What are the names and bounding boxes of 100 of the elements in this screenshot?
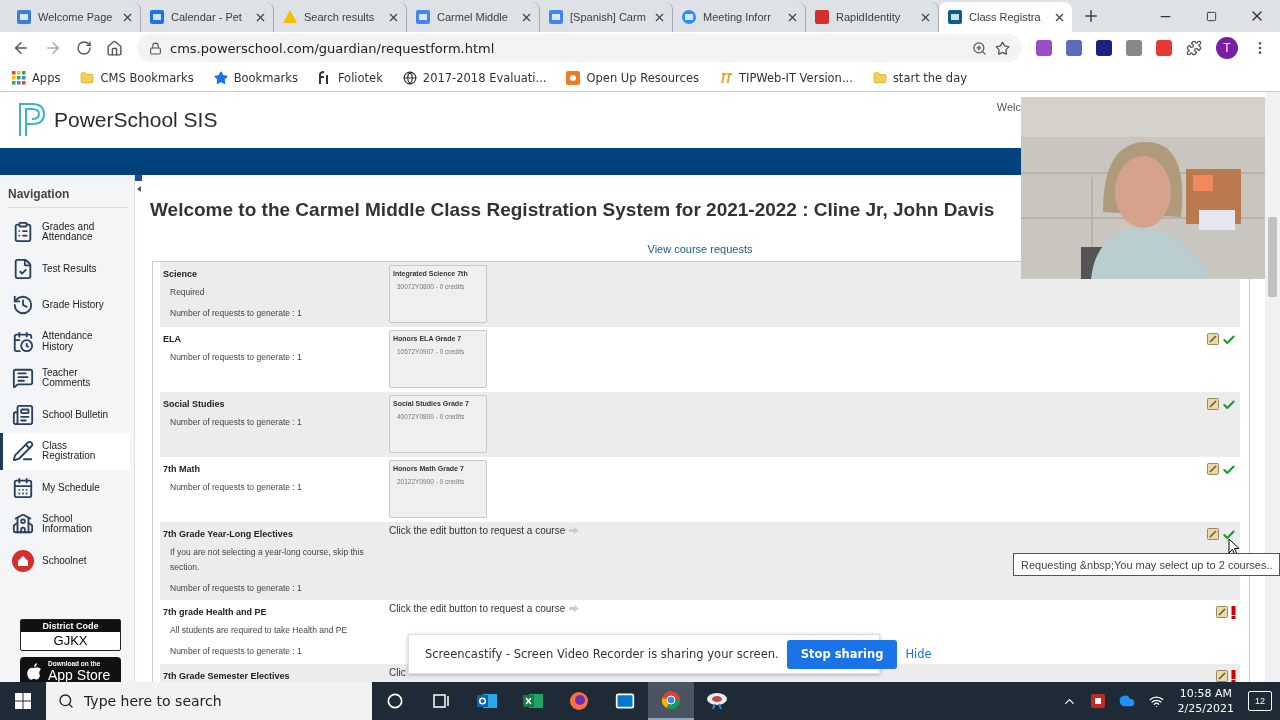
requests-count: Number of requests to generate : 1 xyxy=(170,582,303,595)
badge-title: App Store xyxy=(48,667,111,682)
edit-icon[interactable] xyxy=(1207,463,1219,475)
maximize-icon[interactable] xyxy=(1205,10,1217,22)
star-icon xyxy=(213,70,228,85)
profile-avatar[interactable]: T xyxy=(1216,37,1238,59)
favicon-icon xyxy=(16,9,32,25)
bookmark[interactable]: TIPWeb-IT Version... xyxy=(738,70,853,85)
edit-icon[interactable] xyxy=(1216,606,1228,618)
bookmark[interactable]: Bookmarks xyxy=(233,70,298,85)
nav-item[interactable]: Attendance History xyxy=(0,323,130,360)
requests-count: Number of requests to generate : 1 xyxy=(170,645,303,658)
bookmark[interactable]: Open Up Resources xyxy=(586,70,699,85)
sharing-message: Screencastify - Screen Video Recorder is sharing your screen. xyxy=(425,647,779,661)
section-title: 7th Math xyxy=(163,464,201,474)
url-text: cms.powerschool.com/guardian/requestform.html xyxy=(170,40,496,56)
nav-item[interactable]: School Bulletin xyxy=(0,396,130,433)
globe-icon xyxy=(402,70,417,85)
chrome-icon[interactable] xyxy=(661,690,681,710)
back-icon[interactable] xyxy=(12,39,30,57)
calendar-clock-icon xyxy=(12,330,34,353)
nav-item[interactable]: Grades and Attendance xyxy=(0,214,130,251)
reload-icon[interactable] xyxy=(76,40,92,56)
date-text: 2/25/2021 xyxy=(1177,701,1234,717)
nav-item[interactable]: Schoolnet xyxy=(0,542,130,579)
edit-icon[interactable] xyxy=(1207,333,1219,345)
hide-link[interactable]: Hide xyxy=(905,647,932,661)
bookmark-star-icon[interactable] xyxy=(995,40,1010,56)
outlook-icon[interactable] xyxy=(477,692,497,710)
wifi-icon[interactable] xyxy=(1148,693,1164,709)
edit-icon[interactable] xyxy=(1216,670,1228,682)
edit-icon[interactable] xyxy=(1207,528,1219,540)
cortana-icon[interactable] xyxy=(387,693,403,709)
logo-text: PowerSchool SIS xyxy=(54,108,218,132)
section-title: 7th Grade Year-Long Electives xyxy=(163,529,294,539)
time-text: 10:58 AM xyxy=(1179,685,1232,701)
nav-item[interactable]: My Schedule xyxy=(0,469,130,506)
tooltip: Requesting &nbsp;You may select up to 2 courses.. xyxy=(1013,553,1280,576)
requests-count: Number of requests to generate : 1 xyxy=(170,351,303,364)
task-view-icon[interactable] xyxy=(432,693,450,709)
address-bar[interactable]: cms.powerschool.com/guardian/requestform.html xyxy=(137,34,1022,62)
extension-icon[interactable] xyxy=(1096,40,1112,56)
folder-icon xyxy=(80,70,95,85)
favicon-icon xyxy=(548,9,564,25)
tab-title: RapidIdentity xyxy=(836,11,902,23)
tab-title: Meeting Inforr xyxy=(703,11,772,23)
search-icon xyxy=(58,693,74,709)
notifications-button[interactable]: 12 xyxy=(1248,691,1272,711)
extensions-icon[interactable] xyxy=(1186,40,1202,56)
excel-icon[interactable] xyxy=(523,692,543,710)
bookmark[interactable]: CMS Bookmarks xyxy=(100,70,194,85)
requests-count: Number of requests to generate : 1 xyxy=(170,481,303,494)
bookmark[interactable]: Foliotek xyxy=(337,70,383,85)
lock-icon xyxy=(149,41,162,55)
tab-title: Calendar - Pet xyxy=(171,11,243,23)
stop-sharing-button[interactable]: Stop sharing xyxy=(786,639,898,669)
taskbar-search-field[interactable]: Type here to search xyxy=(46,682,372,720)
bookmark-logo-icon xyxy=(718,70,733,85)
page-title: Welcome to the Carmel Middle Class Registration System for 2021-2022 : Cline Jr, John Davis xyxy=(150,199,996,221)
section-title: ELA xyxy=(163,334,182,344)
welcome-text: Welc xyxy=(996,101,1021,113)
tab-title: Search results xyxy=(304,11,376,23)
nav-item[interactable]: Class Registration xyxy=(0,433,130,470)
cloud-icon[interactable] xyxy=(1118,693,1135,709)
comment-icon xyxy=(12,367,34,390)
school-icon xyxy=(12,513,34,536)
calendar-icon xyxy=(12,476,34,499)
edit-prompt: Click the edit button to request a course xyxy=(389,603,566,614)
bookmark[interactable]: 2017-2018 Evaluati... xyxy=(422,70,547,85)
tab-title: Welcome Page xyxy=(38,11,114,23)
apple-icon xyxy=(26,662,42,681)
pencil-icon xyxy=(12,440,34,463)
section-note: All students are required to take Health and PE xyxy=(170,624,349,637)
nav-item[interactable]: School Information xyxy=(0,506,130,543)
firefox-icon[interactable] xyxy=(569,691,589,711)
section-title: 7th Grade Semester Electives xyxy=(163,671,291,681)
bookmark[interactable]: start the day xyxy=(892,70,967,85)
view-requests-link[interactable]: View course requests xyxy=(647,243,753,255)
favicon-icon xyxy=(947,9,963,25)
zoom-icon[interactable] xyxy=(972,40,987,56)
apps-icon xyxy=(12,70,26,85)
requests-count: Number of requests to generate : 1 xyxy=(170,307,303,320)
nav-item[interactable]: Teacher Comments xyxy=(0,360,130,397)
section-note: Required xyxy=(170,286,206,299)
tray-app-icon[interactable] xyxy=(1090,694,1105,708)
home-icon[interactable] xyxy=(106,39,123,57)
bookmark-logo-icon xyxy=(566,70,581,85)
clock[interactable]: 10:58 AM 2/25/2021 xyxy=(1177,685,1234,717)
requests-count: Number of requests to generate : 1 xyxy=(170,416,303,429)
nav-item[interactable]: Test Results xyxy=(0,250,130,287)
new-tab-icon[interactable] xyxy=(1082,7,1100,25)
edit-prompt: Clic xyxy=(389,667,406,678)
test-sheet-icon xyxy=(12,257,34,280)
home-icon xyxy=(12,549,34,572)
nav-item[interactable]: Grade History xyxy=(0,287,130,324)
app-icon[interactable] xyxy=(706,692,728,710)
edit-icon[interactable] xyxy=(1207,398,1219,410)
bookmark[interactable]: Apps xyxy=(32,70,61,85)
browser-tab[interactable]: Class Registra xyxy=(939,2,1072,32)
windows-start-icon[interactable] xyxy=(15,693,31,709)
